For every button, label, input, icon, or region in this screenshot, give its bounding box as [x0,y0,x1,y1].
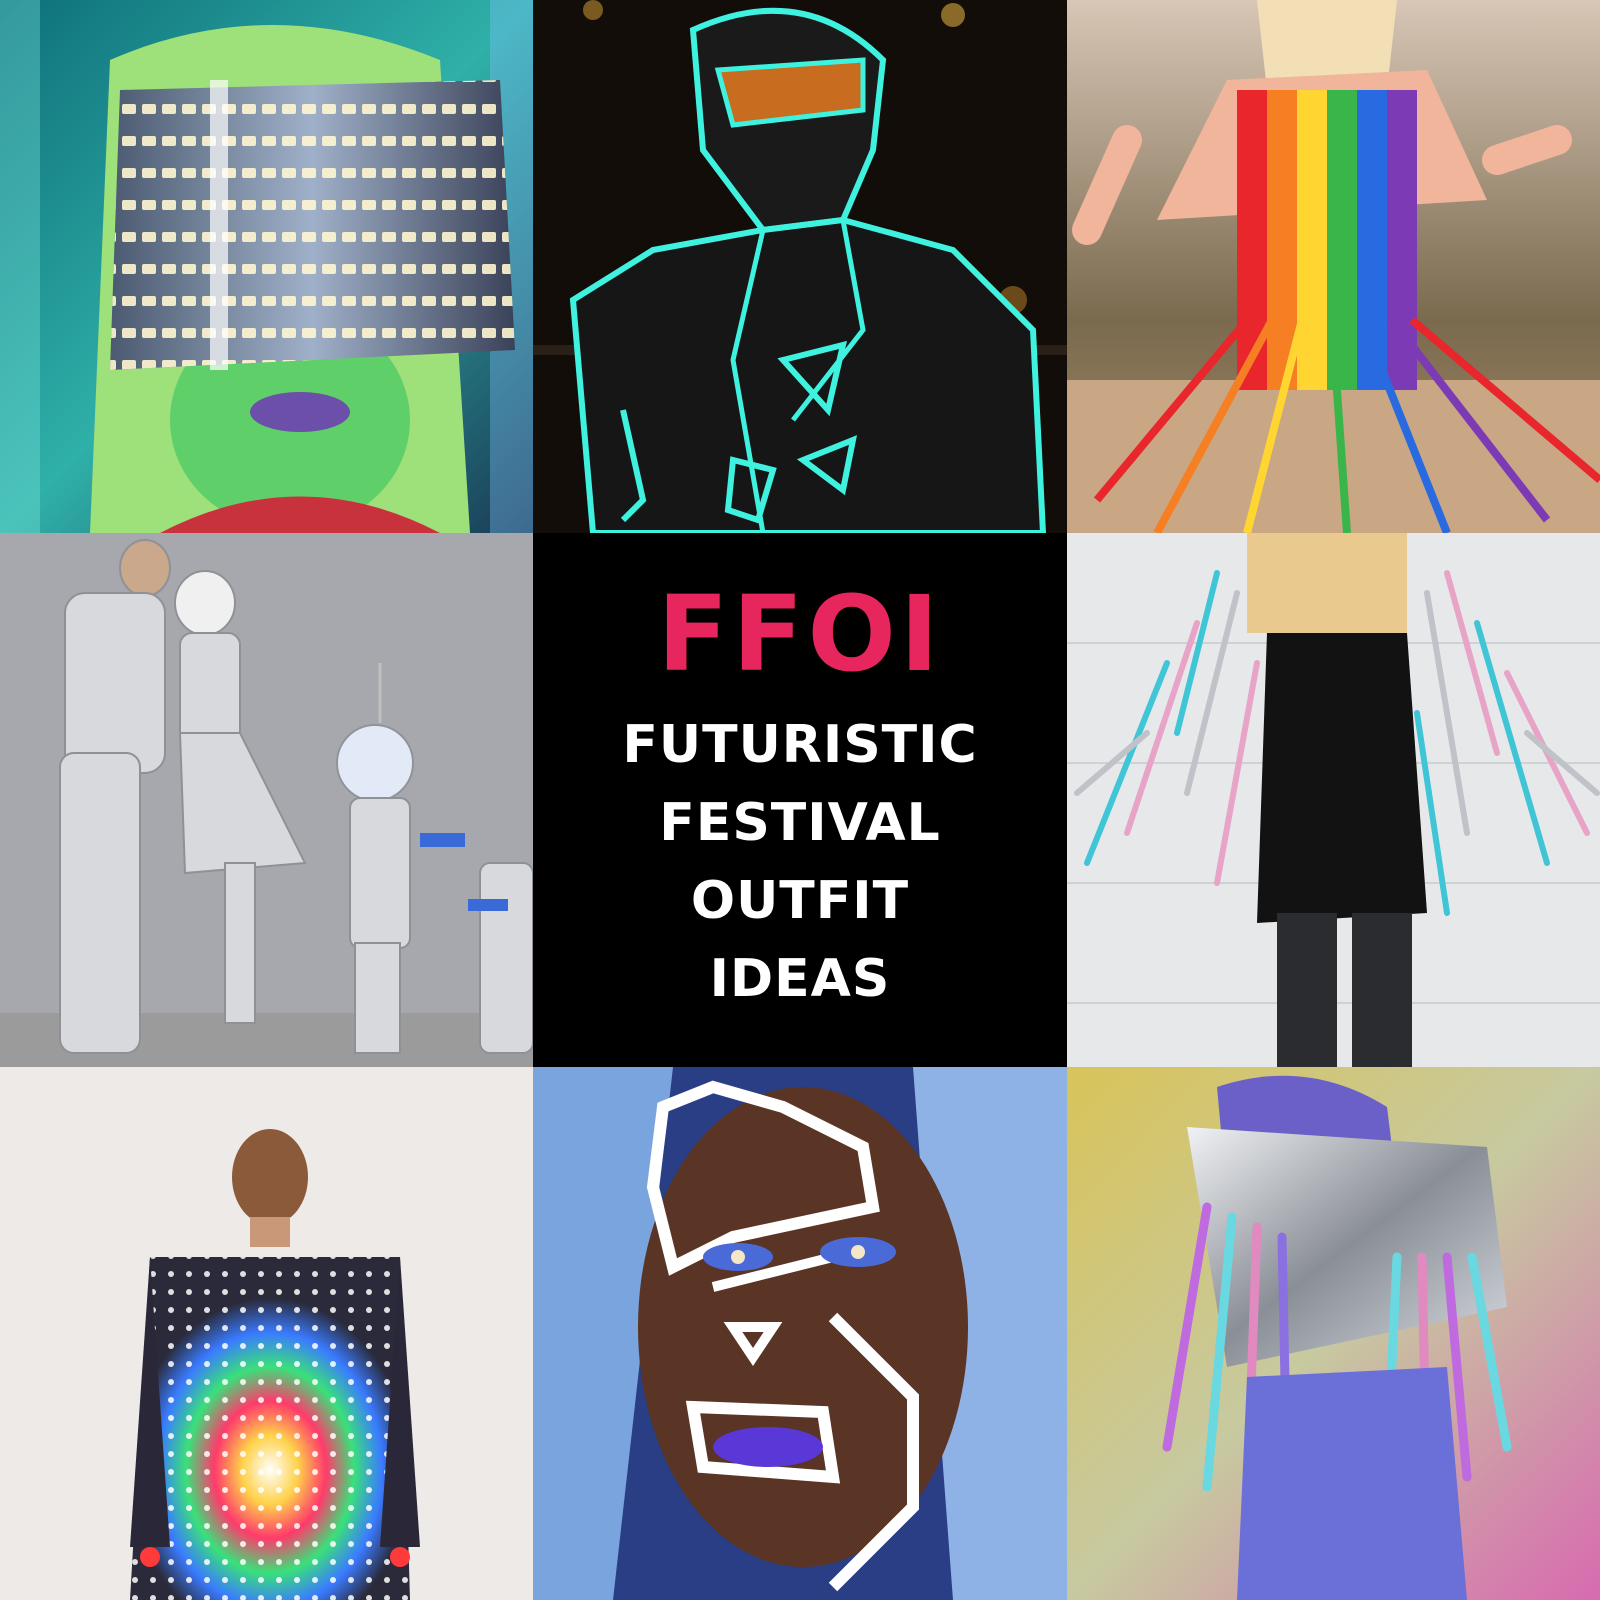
tinsel-jacket-illustration [1067,533,1600,1067]
photo-rainbow-fringe-dress [1067,0,1600,533]
rainbow-dress-illustration [1067,0,1600,533]
photo-neon-wire-suit [533,0,1067,533]
silver-fringe-illustration [1067,1067,1600,1600]
title-line-3: OUTFIT [690,871,910,931]
title-card: FFOI FUTURISTIC FESTIVAL OUTFIT IDEAS [533,533,1067,1067]
title-line-2: FESTIVAL [659,793,941,853]
neon-suit-illustration [533,0,1067,533]
photo-collage: FFOI FUTURISTIC FESTIVAL OUTFIT IDEAS [0,0,1600,1600]
photo-led-jacket [0,1067,533,1600]
photo-silver-fringe-jacket [1067,1067,1600,1600]
graphic-makeup-illustration [533,1067,1067,1600]
led-visor-illustration [0,0,533,533]
photo-graphic-makeup [533,1067,1067,1600]
title-line-4: IDEAS [709,949,891,1009]
title-line-1: FUTURISTIC [622,715,978,775]
photo-led-visor [0,0,533,533]
led-jacket-illustration [0,1067,533,1600]
photo-silver-space-family [0,533,533,1067]
rainbow-dress [1237,90,1417,390]
brand-logo-text: FFOI [657,573,943,695]
photo-tinsel-jacket [1067,533,1600,1067]
space-family-illustration [0,533,533,1067]
